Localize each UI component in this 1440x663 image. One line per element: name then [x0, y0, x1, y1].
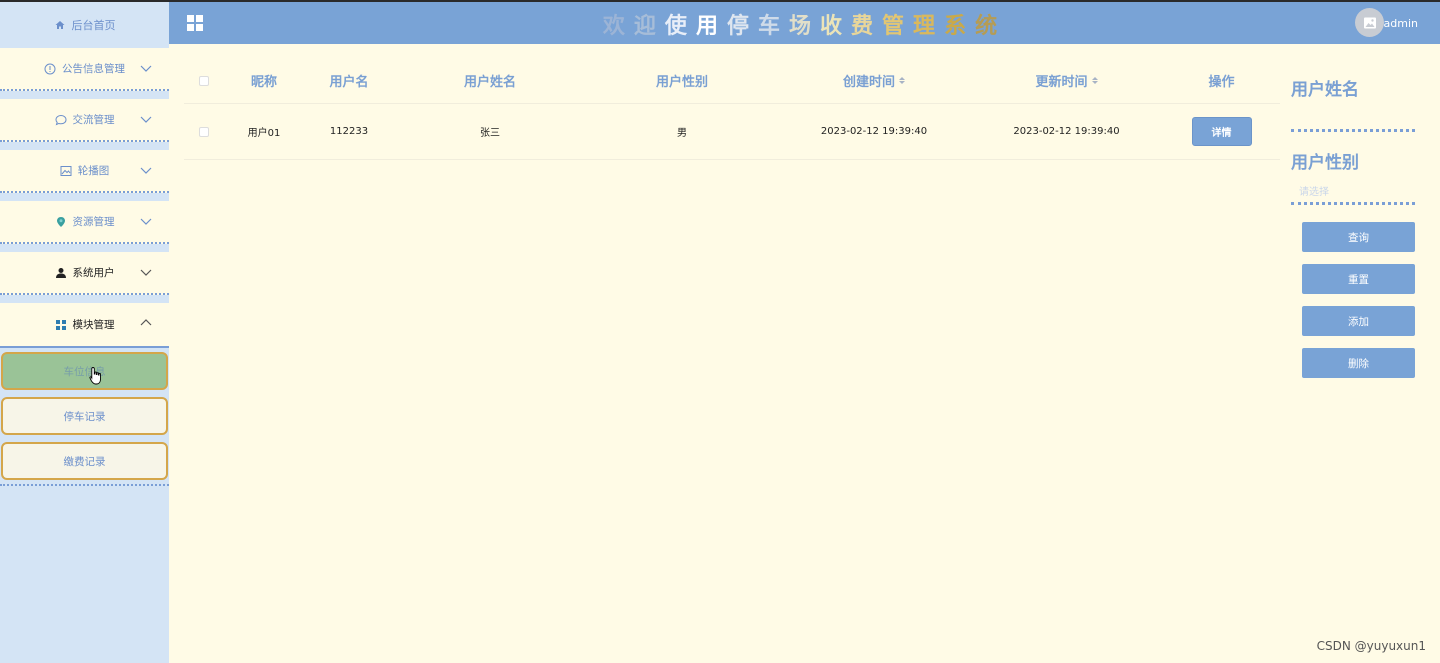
title-char: 使: [664, 14, 696, 39]
search-gender-select[interactable]: 请选择: [1299, 183, 1329, 198]
image-icon: [60, 165, 72, 177]
sidebar-item-announcements[interactable]: 公告信息管理: [0, 48, 169, 91]
location-pin-icon: [55, 216, 67, 228]
sidebar-subitem-payment-records[interactable]: 缴费记录: [1, 442, 168, 480]
search-button[interactable]: 查询: [1302, 222, 1415, 252]
column-header-nickname: 昵称: [250, 75, 277, 90]
cell-updated: 2023-02-12 19:39:40: [1013, 126, 1120, 137]
sidebar-item-label: 轮播图: [77, 165, 110, 177]
watermark: CSDN @yuyuxun1: [1316, 639, 1426, 653]
sidebar-subitem-label: 缴费记录: [63, 455, 106, 468]
column-header-updated-label: 更新时间: [1035, 75, 1088, 90]
select-all-cell: [184, 75, 224, 86]
image-placeholder-icon: [1363, 17, 1376, 28]
delete-button[interactable]: 删除: [1302, 348, 1415, 378]
title-char: 收: [820, 14, 852, 39]
sidebar-subitem-label: 停车记录: [63, 410, 106, 423]
row-checkbox[interactable]: [199, 126, 209, 137]
cell-gender: 男: [677, 128, 687, 139]
user-table: 昵称 用户名 用户姓名 用户性别 创建时间 更新时间 操作 用户01 11223…: [184, 58, 1280, 160]
sidebar-submenu: 车位信息 停车记录 缴费记录: [0, 346, 169, 486]
sidebar-subitem-parking-spaces[interactable]: 车位信息: [1, 352, 168, 390]
detail-button[interactable]: 详情: [1191, 117, 1252, 146]
title-char: 迎: [633, 14, 665, 39]
chevron-down-icon: [140, 116, 152, 123]
sidebar: 后台首页 公告信息管理 交流管理 轮播图 资源管理 系统用户 模块管理 车位信息…: [0, 0, 169, 663]
title-char: 用: [695, 14, 727, 39]
grid-icon: [55, 319, 67, 331]
title-char: 统: [975, 14, 1007, 39]
sidebar-item-resources[interactable]: 资源管理: [0, 201, 169, 244]
chevron-down-icon: [140, 65, 152, 72]
sidebar-item-label: 模块管理: [72, 319, 115, 331]
sidebar-item-system-users[interactable]: 系统用户: [0, 252, 169, 295]
top-header: 欢迎使用停车场收费管理系统 admin: [169, 0, 1440, 44]
title-char: 理: [913, 14, 945, 39]
row-select-cell: [184, 126, 224, 137]
sidebar-subitem-parking-records[interactable]: 停车记录: [1, 397, 168, 435]
avatar[interactable]: [1355, 8, 1384, 37]
sidebar-home-label: 后台首页: [71, 19, 116, 32]
reset-button[interactable]: 重置: [1302, 264, 1415, 294]
hand-cursor-icon: [89, 367, 101, 385]
sort-icon[interactable]: [899, 77, 905, 84]
chevron-down-icon: [140, 269, 152, 276]
column-header-gender: 用户性别: [655, 75, 708, 90]
title-char: 欢: [602, 14, 634, 39]
chevron-up-icon: [140, 319, 152, 326]
info-circle-icon: [44, 63, 56, 75]
sidebar-item-carousel[interactable]: 轮播图: [0, 150, 169, 193]
search-name-input[interactable]: [1291, 129, 1415, 132]
user-icon: [55, 267, 67, 279]
username-label[interactable]: admin: [1384, 17, 1418, 30]
column-header-name: 用户姓名: [463, 75, 516, 90]
search-gender-underline: [1291, 202, 1415, 205]
home-icon: [54, 19, 66, 31]
chevron-down-icon: [140, 167, 152, 174]
table-row: 用户01 112233 张三 男 2023-02-12 19:39:40 202…: [184, 104, 1280, 160]
sidebar-item-communication[interactable]: 交流管理: [0, 99, 169, 142]
page-title: 欢迎使用停车场收费管理系统: [169, 8, 1440, 40]
column-header-username: 用户名: [329, 75, 369, 90]
search-gender-label: 用户性别: [1291, 153, 1359, 173]
sidebar-item-modules[interactable]: 模块管理: [0, 303, 169, 346]
title-char: 场: [788, 14, 820, 39]
column-header-created[interactable]: 创建时间: [778, 71, 970, 90]
sidebar-item-label: 交流管理: [72, 114, 115, 126]
chevron-down-icon: [140, 218, 152, 225]
cell-name: 张三: [480, 128, 500, 139]
table-header: 昵称 用户名 用户姓名 用户性别 创建时间 更新时间 操作: [184, 58, 1280, 104]
cell-nickname: 用户01: [247, 128, 281, 139]
search-name-label: 用户姓名: [1291, 80, 1359, 100]
column-header-created-label: 创建时间: [842, 75, 895, 90]
column-header-updated[interactable]: 更新时间: [970, 71, 1163, 90]
title-char: 管: [882, 14, 914, 39]
title-char: 费: [851, 14, 883, 39]
sidebar-item-label: 系统用户: [72, 267, 115, 279]
select-all-checkbox[interactable]: [199, 75, 209, 86]
title-char: 停: [726, 14, 758, 39]
cell-created: 2023-02-12 19:39:40: [820, 126, 928, 137]
cell-username: 112233: [329, 126, 369, 137]
sidebar-item-label: 资源管理: [72, 216, 115, 228]
column-header-actions: 操作: [1208, 75, 1235, 90]
title-char: 系: [944, 14, 976, 39]
sort-icon[interactable]: [1091, 77, 1098, 84]
cell-actions: 详情: [1163, 117, 1280, 146]
sidebar-item-home[interactable]: 后台首页: [0, 2, 169, 48]
chat-bubble-icon: [54, 114, 67, 126]
add-button[interactable]: 添加: [1302, 306, 1415, 336]
sidebar-item-label: 公告信息管理: [62, 63, 125, 75]
title-char: 车: [757, 14, 789, 39]
